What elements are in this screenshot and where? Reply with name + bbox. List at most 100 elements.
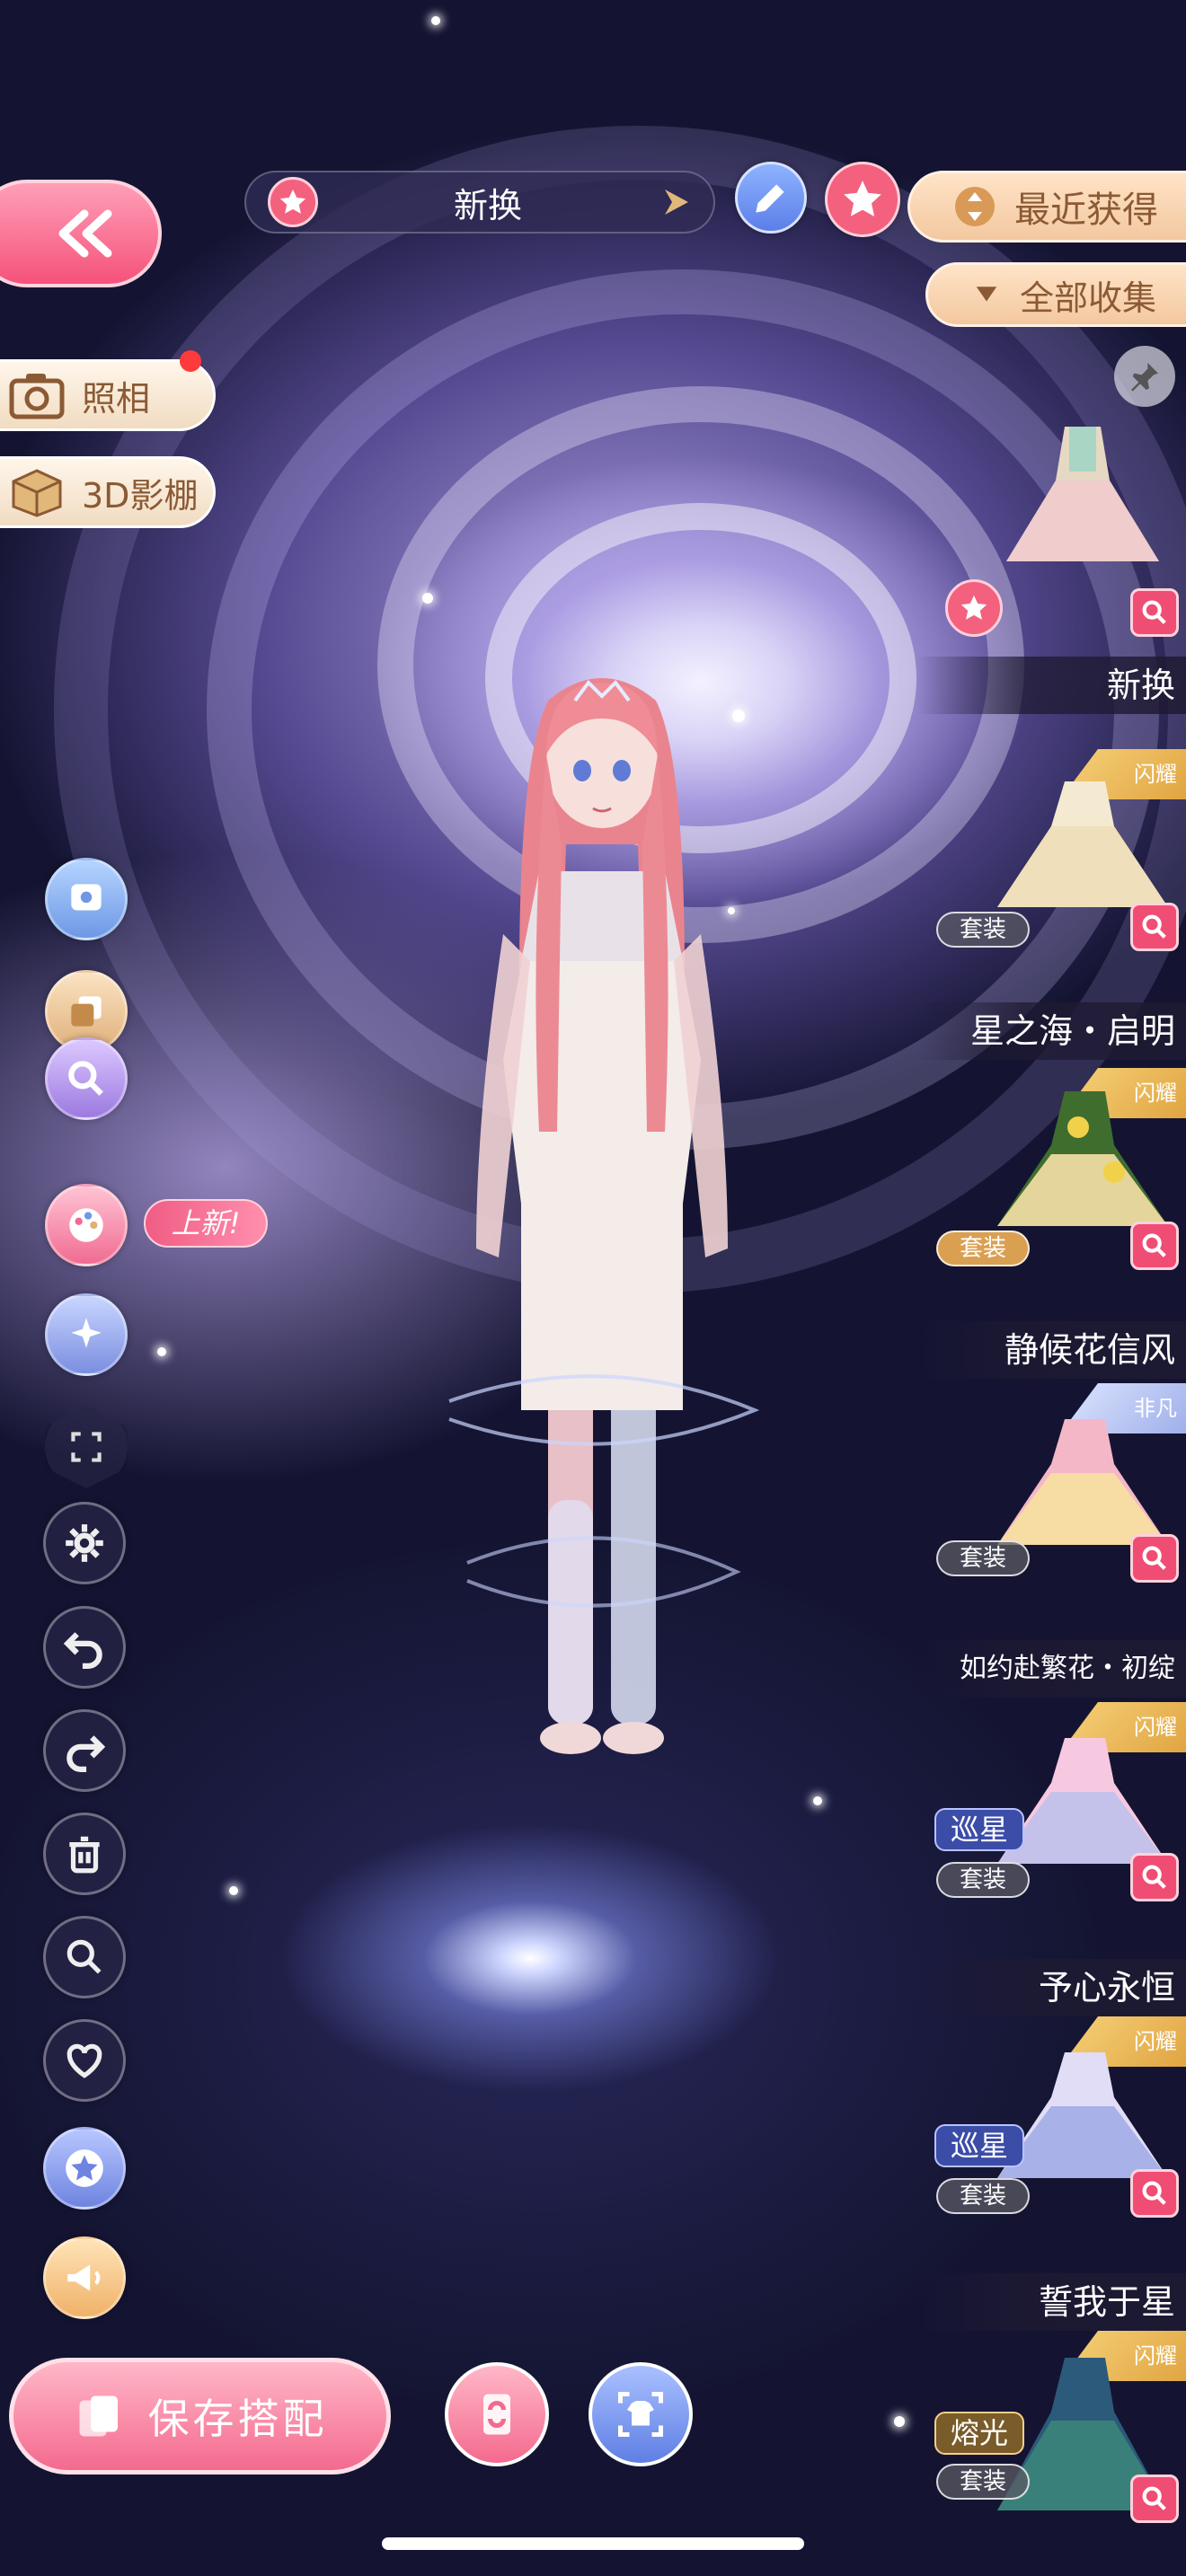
suit-tag: 套装 bbox=[936, 1231, 1030, 1266]
megaphone-icon bbox=[67, 2264, 101, 2291]
item-name: 誓我于星 bbox=[916, 2273, 1186, 2331]
search-icon bbox=[1142, 600, 1166, 624]
undo-button[interactable] bbox=[43, 1606, 126, 1689]
wardrobe-item[interactable]: 闪耀 套装 星之海・启明 bbox=[916, 745, 1186, 1060]
item-preview-button[interactable] bbox=[1130, 2169, 1179, 2218]
cards-icon bbox=[79, 2395, 118, 2437]
star-icon bbox=[945, 579, 1003, 637]
sort-dropdown[interactable]: 最近获得 bbox=[907, 171, 1186, 243]
cube-icon bbox=[12, 469, 62, 517]
player-character[interactable] bbox=[413, 665, 791, 1958]
trash-icon bbox=[69, 1836, 100, 1874]
search-icon bbox=[1142, 914, 1166, 939]
wardrobe-item[interactable]: 新换 bbox=[916, 400, 1186, 714]
copy-icon bbox=[71, 996, 102, 1027]
settings-button[interactable] bbox=[43, 1502, 126, 1584]
item-name: 如约赴繁花・初绽 bbox=[916, 1640, 1186, 1698]
effects-icon bbox=[71, 1318, 102, 1348]
sort-arrows-icon bbox=[955, 187, 995, 226]
item-name: 星之海・启明 bbox=[916, 1002, 1186, 1060]
edit-name-button[interactable] bbox=[735, 162, 807, 234]
sparkle bbox=[157, 1347, 166, 1356]
item-name: 静候花信风 bbox=[916, 1321, 1186, 1379]
photo-label: 照相 bbox=[82, 378, 151, 419]
search-icon bbox=[1142, 1865, 1166, 1889]
item-preview-button[interactable] bbox=[1130, 1222, 1179, 1270]
avatar-chat-icon bbox=[71, 884, 102, 911]
swap-outfit-button[interactable] bbox=[445, 2362, 549, 2466]
star-icon bbox=[66, 2149, 103, 2187]
filter-triangle-icon bbox=[976, 287, 997, 302]
suit-tag: 套装 bbox=[936, 2464, 1030, 2500]
palette-button[interactable] bbox=[45, 1184, 128, 1266]
effects-button[interactable] bbox=[45, 1293, 128, 1376]
photo-button[interactable]: 照相 bbox=[0, 359, 216, 431]
undo-icon bbox=[63, 1632, 102, 1669]
notification-dot bbox=[180, 350, 201, 372]
item-preview-button[interactable] bbox=[1130, 588, 1179, 637]
pin-button[interactable] bbox=[1114, 346, 1175, 407]
magnify-switch-button[interactable] bbox=[45, 1037, 128, 1120]
wardrobe-item[interactable]: 非凡 套装 如约赴繁花・初绽 bbox=[916, 1383, 1186, 1698]
item-name: 予心永恒 bbox=[916, 1959, 1186, 2016]
like-button[interactable] bbox=[43, 2019, 126, 2102]
search-button[interactable] bbox=[43, 1916, 126, 1998]
save-outfit-button[interactable]: 保存搭配 bbox=[9, 2358, 391, 2475]
scan-shirt-icon bbox=[618, 2392, 663, 2437]
redo-button[interactable] bbox=[43, 1709, 126, 1792]
save-label: 保存搭配 bbox=[147, 2395, 328, 2443]
item-preview-button[interactable] bbox=[1130, 2475, 1179, 2523]
search-icon bbox=[1142, 2486, 1166, 2510]
filter-label: 全部收集 bbox=[1019, 278, 1156, 318]
sparkle bbox=[813, 1796, 822, 1805]
palette-icon bbox=[69, 1208, 103, 1242]
studio-3d-button[interactable]: 3D影棚 bbox=[0, 456, 216, 528]
filter-dropdown[interactable]: 全部收集 bbox=[925, 262, 1186, 327]
gear-icon bbox=[66, 1524, 103, 1562]
heart-icon bbox=[66, 2043, 102, 2078]
sparkle bbox=[894, 2416, 905, 2427]
special-tag: 巡星 bbox=[934, 2124, 1024, 2167]
outfit-name: 新换 bbox=[453, 185, 522, 225]
favorite-star-button[interactable] bbox=[825, 162, 900, 237]
wardrobe-item[interactable]: 闪耀 巡星 套装 予心永恒 bbox=[916, 1702, 1186, 2016]
chevron-right-icon bbox=[665, 190, 688, 215]
suit-tag: 套装 bbox=[936, 1540, 1030, 1576]
special-tag: 熔光 bbox=[934, 2412, 1024, 2455]
suit-tag: 套装 bbox=[936, 2178, 1030, 2214]
pencil-icon bbox=[756, 184, 784, 213]
collection-star-button[interactable] bbox=[43, 2127, 126, 2210]
delete-button[interactable] bbox=[43, 1813, 126, 1895]
item-preview-button[interactable] bbox=[1130, 1853, 1179, 1901]
item-preview-button[interactable] bbox=[1130, 903, 1179, 951]
home-indicator[interactable] bbox=[382, 2537, 804, 2550]
dress-thumbnail bbox=[1006, 427, 1159, 561]
outfit-name-bar[interactable]: 新换 bbox=[244, 171, 715, 234]
announcement-button[interactable] bbox=[43, 2236, 126, 2319]
wardrobe-item[interactable]: 闪耀 熔光 套装 bbox=[916, 2331, 1186, 2576]
wardrobe-item[interactable]: 闪耀 巡星 套装 誓我于星 bbox=[916, 2016, 1186, 2331]
suit-tag: 套装 bbox=[936, 1862, 1030, 1898]
avatar-chat-button[interactable] bbox=[45, 858, 128, 940]
studio-label: 3D影棚 bbox=[82, 475, 199, 516]
pin-icon bbox=[1131, 363, 1158, 392]
camera-icon bbox=[9, 374, 65, 419]
wardrobe-item[interactable]: 闪耀 套装 静候花信风 bbox=[916, 1064, 1186, 1379]
search-icon bbox=[1142, 2181, 1166, 2205]
search-icon bbox=[1142, 1233, 1166, 1257]
redo-icon bbox=[66, 1735, 106, 1772]
sparkle bbox=[229, 1886, 238, 1895]
character-figure bbox=[448, 678, 760, 1754]
scan-outfit-button[interactable] bbox=[589, 2362, 693, 2466]
sort-label: 最近获得 bbox=[1014, 190, 1158, 231]
sparkle bbox=[422, 593, 433, 604]
double-chevron-left-icon bbox=[58, 209, 112, 258]
star-icon bbox=[844, 181, 881, 216]
sparkle bbox=[431, 16, 440, 25]
back-button[interactable] bbox=[0, 180, 162, 287]
magnify-switch-icon bbox=[68, 1061, 103, 1096]
star-icon bbox=[268, 177, 318, 227]
item-name: 新换 bbox=[916, 657, 1186, 714]
item-preview-button[interactable] bbox=[1130, 1534, 1179, 1583]
special-tag: 巡星 bbox=[934, 1808, 1024, 1851]
